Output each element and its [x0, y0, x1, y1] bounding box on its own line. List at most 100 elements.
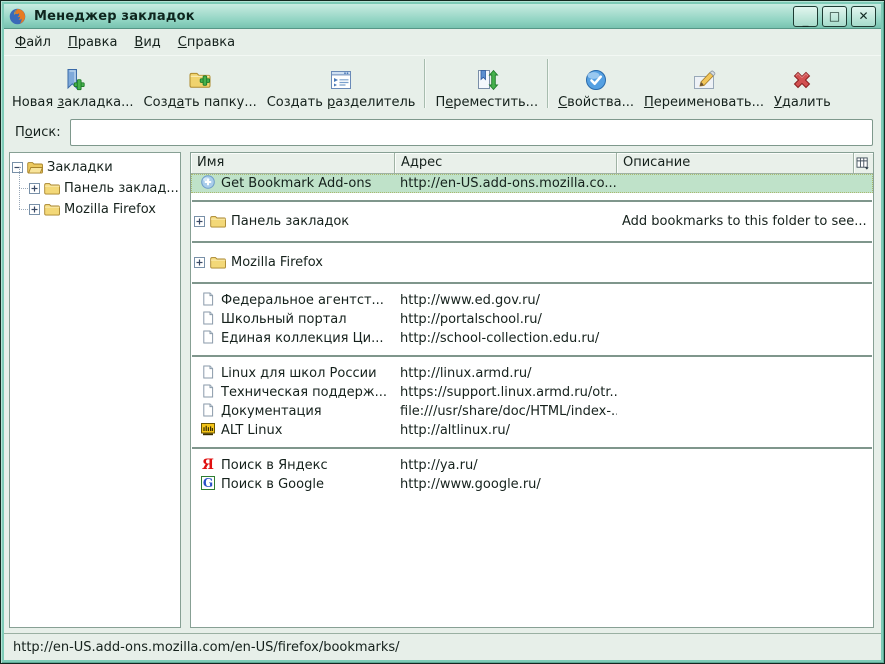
table-row-folder[interactable]: Mozilla Firefox	[191, 250, 873, 275]
rename-icon	[691, 66, 717, 94]
separator-line	[192, 241, 872, 243]
toolbar-button-label: Переименовать...	[644, 95, 764, 110]
bookmark-name: Школьный портал	[221, 312, 347, 327]
column-header-description[interactable]: Описание	[617, 153, 854, 174]
bookmark-name: Linux для школ России	[221, 366, 377, 381]
toolbar-button-label: Новая закладка...	[12, 95, 134, 110]
new-folder-icon	[187, 66, 213, 94]
table-row-bookmark[interactable]: Техническая поддерж... https://support.li…	[191, 383, 873, 402]
bookmark-separator[interactable]	[191, 234, 873, 250]
menu-help[interactable]: Справка	[178, 35, 235, 50]
svg-text:Я: Я	[202, 457, 214, 471]
bookmark-name: Get Bookmark Add-ons	[221, 176, 371, 191]
menu-edit[interactable]: Правка	[68, 35, 117, 50]
toolbar-button-label: Удалить	[774, 95, 831, 110]
separator-line	[192, 355, 872, 357]
table-row-folder[interactable]: Панель закладокAdd bookmarks to this fol…	[191, 209, 873, 234]
tree-item[interactable]: Mozilla Firefox	[12, 199, 178, 220]
search-bar: Поиск:	[4, 115, 881, 151]
bookmark-description: Add bookmarks to this folder to see...	[617, 214, 873, 229]
collapse-icon[interactable]	[12, 162, 23, 173]
bookmark-name: Mozilla Firefox	[231, 255, 323, 270]
bookmark-name: Поиск в Яндекс	[221, 458, 328, 473]
separator-line	[192, 200, 872, 202]
toolbar-button-label: Переместить...	[435, 95, 538, 110]
bookmark-url: file:///usr/share/doc/HTML/index-...	[395, 404, 617, 419]
table-row-bookmark[interactable]: ЯПоиск в Яндексhttp://ya.ru/	[191, 456, 873, 475]
move-button[interactable]: Переместить...	[430, 66, 543, 110]
toolbar-button-label: Создать папку...	[144, 95, 257, 110]
bookmark-separator[interactable]	[191, 275, 873, 291]
tree-item-label: Панель заклад...	[64, 181, 178, 196]
bookmark-name: Техническая поддерж...	[221, 385, 387, 400]
new-separator-icon	[328, 66, 354, 94]
expand-icon[interactable]	[29, 183, 40, 194]
folder-icon	[210, 215, 226, 228]
table-row-bookmark[interactable]: Документация file:///usr/share/doc/HTML/i…	[191, 402, 873, 421]
bookmark-name: ALT Linux	[221, 423, 282, 438]
bookmark-name: Федеральное агентст...	[221, 293, 384, 308]
page-icon	[201, 330, 215, 348]
expand-icon[interactable]	[29, 204, 40, 215]
column-picker-icon	[856, 157, 871, 170]
column-header-url[interactable]: Адрес	[395, 153, 617, 174]
folder-icon	[44, 182, 60, 195]
table-row-bookmark[interactable]: ALT Linux http://altlinux.ru/	[191, 421, 873, 440]
bookmark-url: http://portalschool.ru/	[395, 312, 617, 327]
column-header-name[interactable]: Имя	[191, 153, 395, 174]
properties-icon	[583, 66, 609, 94]
rename-button[interactable]: Переименовать...	[639, 66, 769, 110]
expand-icon[interactable]	[194, 216, 205, 227]
bookmark-separator[interactable]	[191, 348, 873, 364]
table-row-bookmark[interactable]: Linux для школ Россииhttp://linux.armd.r…	[191, 364, 873, 383]
bookmark-separator[interactable]	[191, 193, 873, 209]
maximize-button[interactable]: □	[822, 6, 847, 27]
toolbar: Новая закладка... Создать папку...	[4, 55, 881, 115]
folder-icon	[27, 161, 43, 174]
titlebar[interactable]: Менеджер закладок _ □ ✕	[4, 4, 881, 29]
expand-icon[interactable]	[194, 257, 205, 268]
delete-icon	[789, 66, 815, 94]
bookmark-name: Документация	[221, 404, 322, 419]
page-icon	[201, 384, 215, 402]
table-row-bookmark[interactable]: Единая коллекция Ци...http://school-coll…	[191, 329, 873, 348]
table-row-bookmark[interactable]: Федеральное агентст...http://www.ed.gov.…	[191, 291, 873, 310]
menu-file[interactable]: Файл	[15, 35, 51, 50]
status-bar: http://en-US.add-ons.mozilla.com/en-US/f…	[4, 633, 881, 660]
new-separator-button[interactable]: Создать разделитель	[262, 66, 421, 110]
table-header: Имя Адрес Описание	[191, 153, 873, 174]
main-area: ЗакладкиПанель заклад...Mozilla Firefox …	[4, 151, 881, 633]
table-row-bookmark[interactable]: Школьный портал http://portalschool.ru/	[191, 310, 873, 329]
bookmarks-table: Имя Адрес Описание Get Bookmark Add-ons h…	[190, 152, 874, 628]
new-bookmark-button[interactable]: Новая закладка...	[7, 66, 139, 110]
app-body: Файл Правка Вид Справка Новая закладка..…	[4, 29, 881, 660]
tree-item[interactable]: Панель заклад...	[12, 178, 178, 199]
search-input[interactable]	[70, 119, 873, 146]
column-picker-button[interactable]	[854, 153, 873, 174]
page-icon	[201, 365, 215, 383]
page-icon	[201, 292, 215, 310]
firefox-icon	[9, 8, 26, 25]
search-label: Поиск:	[15, 125, 61, 140]
bookmark-name: Поиск в Google	[221, 477, 324, 492]
bookmark-separator[interactable]	[191, 440, 873, 456]
svg-text:G: G	[203, 476, 213, 490]
table-row-bookmark[interactable]: Get Bookmark Add-ons http://en-US.add-ons…	[191, 174, 873, 193]
tree-item-label: Закладки	[47, 160, 113, 175]
bookmark-url: https://support.linux.armd.ru/otr...	[395, 385, 617, 400]
properties-button[interactable]: Свойства...	[553, 66, 639, 110]
toolbar-button-label: Свойства...	[558, 95, 634, 110]
menubar: Файл Правка Вид Справка	[4, 29, 881, 55]
table-row-bookmark[interactable]: GПоиск в Googlehttp://www.google.ru/	[191, 475, 873, 494]
bookmark-url: http://school-collection.edu.ru/	[395, 331, 617, 346]
minimize-button[interactable]: _	[793, 6, 818, 27]
new-folder-button[interactable]: Создать папку...	[139, 66, 262, 110]
tree-item[interactable]: Закладки	[12, 157, 178, 178]
menu-view[interactable]: Вид	[134, 35, 160, 50]
delete-button[interactable]: Удалить	[769, 66, 836, 110]
google-icon: G	[201, 476, 215, 494]
bookmark-url: http://altlinux.ru/	[395, 423, 617, 438]
close-button[interactable]: ✕	[851, 6, 876, 27]
separator-line	[192, 282, 872, 284]
bookmark-url: http://en-US.add-ons.mozilla.co...	[395, 176, 617, 191]
